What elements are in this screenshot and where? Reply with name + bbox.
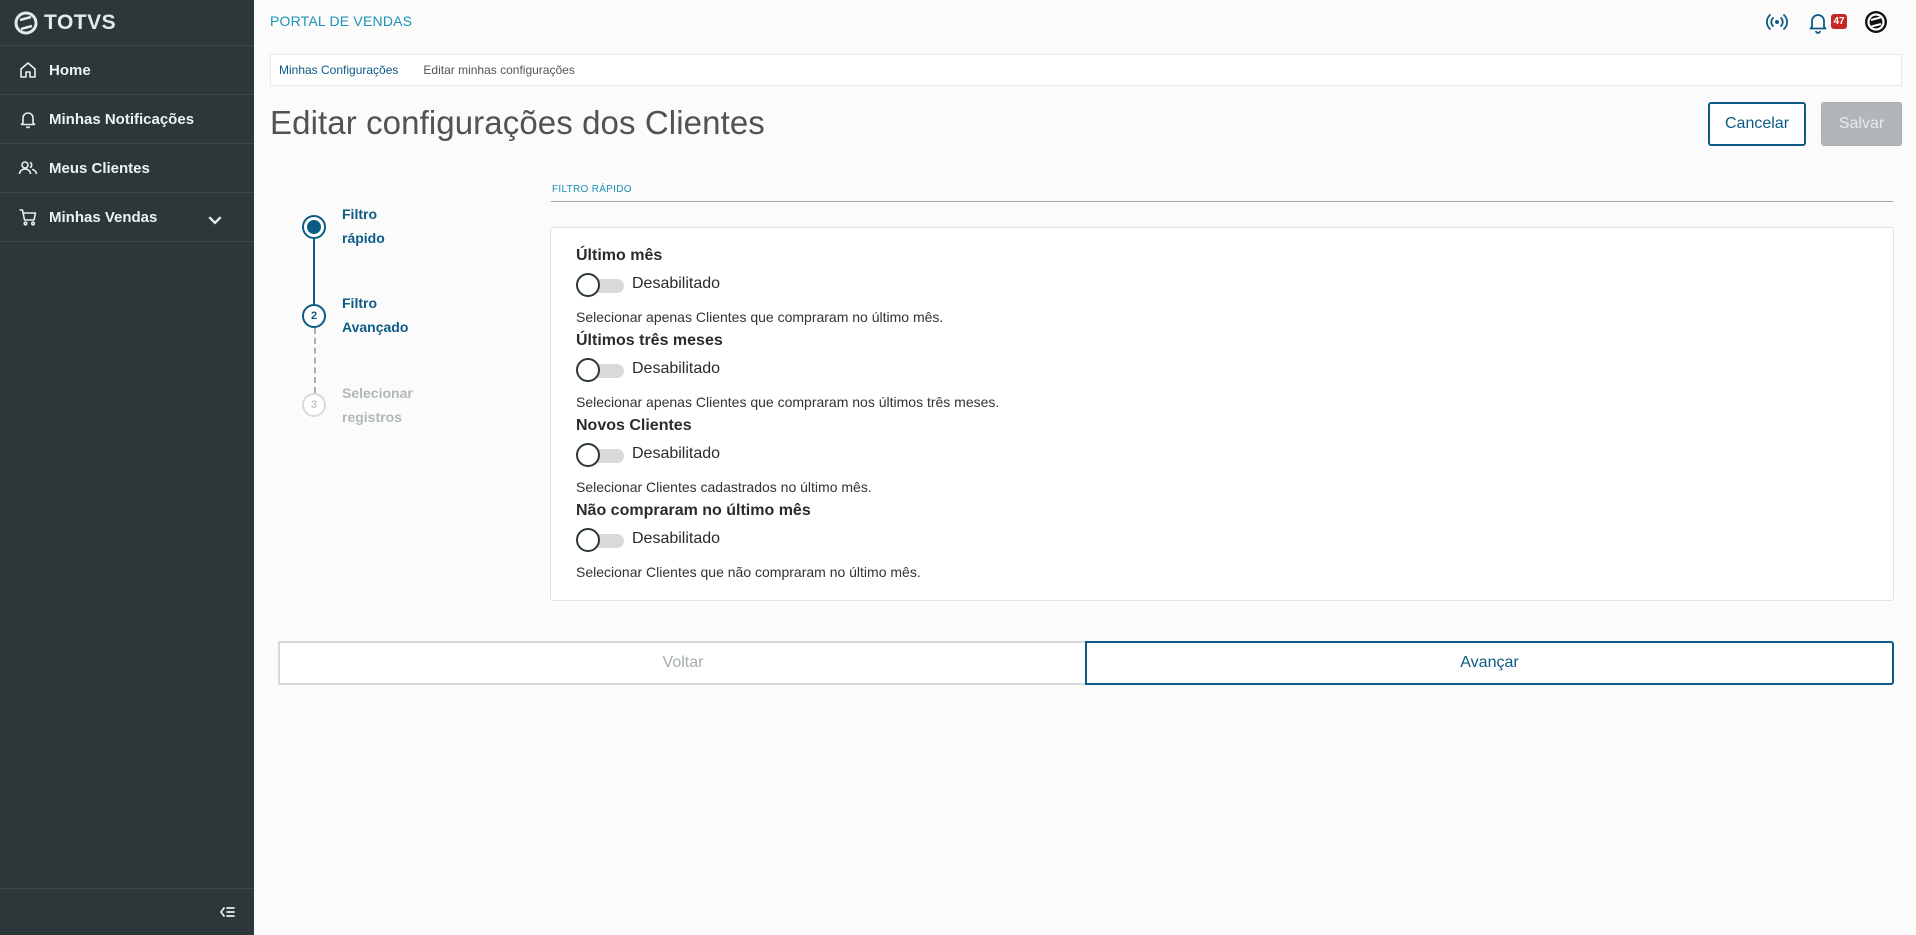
last-month-switch[interactable]	[576, 273, 624, 297]
sidebar-item-label: Minhas Notificações	[49, 110, 195, 128]
last-three-months-switch[interactable]	[576, 358, 624, 382]
field-label: Novos Clientes	[576, 417, 692, 434]
sidebar-item-clients[interactable]: Meus Clientes	[0, 144, 254, 193]
page-title: Editar configurações dos Clientes	[270, 104, 765, 141]
field-new-clients: Novos Clientes Desabilitado Selecionar C…	[576, 417, 1476, 502]
sidebar: TOTVS Home Minhas Notificações Meus Clie…	[0, 0, 254, 935]
collapse-menu-icon[interactable]	[216, 902, 236, 922]
stepper-connector	[313, 239, 315, 304]
switch-status: Desabilitado	[632, 360, 721, 377]
switch-knob	[576, 528, 600, 552]
step-label-line: Filtro	[342, 206, 377, 222]
brand-name: TOTVS	[44, 10, 117, 34]
step-label-line: Filtro	[342, 295, 377, 311]
breadcrumb-item-settings[interactable]: Minhas Configurações	[279, 63, 398, 77]
save-button[interactable]: Salvar	[1821, 102, 1902, 146]
bell-icon	[20, 112, 36, 129]
field-label: Últimos três meses	[576, 332, 723, 349]
users-icon	[18, 161, 38, 175]
field-help: Selecionar apenas Clientes que compraram…	[576, 309, 944, 325]
active-step-dot	[307, 220, 321, 234]
stepper-connector	[314, 328, 316, 393]
quick-filter-panel: Último mês Desabilitado Selecionar apena…	[550, 227, 1894, 601]
next-button[interactable]: Avançar	[1085, 641, 1894, 685]
step-1-label[interactable]: Filtro rápido	[342, 202, 452, 250]
sidebar-footer	[0, 888, 254, 935]
step-label-line: registros	[342, 409, 402, 425]
step-1-marker[interactable]	[302, 215, 326, 239]
switch-knob	[576, 273, 600, 297]
home-icon	[20, 62, 36, 78]
sidebar-item-label: Meus Clientes	[49, 159, 150, 177]
field-no-purchase-last-month: Não compraram no último mês Desabilitado…	[576, 502, 1476, 587]
field-last-three-months: Últimos três meses Desabilitado Selecion…	[576, 332, 1476, 417]
connection-status-icon[interactable]	[1765, 10, 1789, 34]
step-2-label[interactable]: Filtro Avançado	[342, 291, 452, 339]
step-3-marker: 3	[302, 393, 326, 417]
section-divider	[551, 201, 1893, 202]
notifications-bell-icon[interactable]	[1806, 10, 1830, 34]
step-label-line: Selecionar	[342, 385, 413, 401]
brand: TOTVS	[0, 0, 254, 46]
switch-status: Desabilitado	[632, 275, 721, 292]
section-title: FILTRO RÁPIDO	[552, 184, 632, 195]
switch-status: Desabilitado	[632, 445, 721, 462]
step-3-label: Selecionar registros	[342, 381, 452, 429]
switch-knob	[576, 358, 600, 382]
sidebar-item-home[interactable]: Home	[0, 46, 254, 95]
new-clients-switch[interactable]	[576, 443, 624, 467]
totvs-logo-icon	[14, 11, 38, 34]
notification-count-badge: 47	[1831, 14, 1847, 29]
breadcrumb: Minhas Configurações Editar minhas confi…	[270, 54, 1902, 86]
sidebar-item-notifications[interactable]: Minhas Notificações	[0, 95, 254, 144]
sidebar-item-label: Minhas Vendas	[49, 208, 158, 226]
cancel-button[interactable]: Cancelar	[1708, 102, 1806, 146]
sidebar-item-sales[interactable]: Minhas Vendas	[0, 193, 254, 242]
field-help: Selecionar Clientes que não compraram no…	[576, 564, 921, 580]
back-button[interactable]: Voltar	[278, 641, 1086, 685]
step-2-marker[interactable]: 2	[302, 304, 326, 328]
no-purchase-last-month-switch[interactable]	[576, 528, 624, 552]
sidebar-item-label: Home	[49, 61, 91, 79]
breadcrumb-item-current: Editar minhas configurações	[423, 63, 575, 77]
chevron-down-icon	[208, 216, 222, 225]
switch-knob	[576, 443, 600, 467]
totvs-profile-icon[interactable]	[1864, 10, 1888, 34]
field-label: Último mês	[576, 247, 663, 264]
cart-icon	[19, 209, 37, 226]
step-label-line: Avançado	[342, 319, 409, 335]
field-label: Não compraram no último mês	[576, 502, 811, 519]
field-help: Selecionar Clientes cadastrados no últim…	[576, 479, 872, 495]
field-last-month: Último mês Desabilitado Selecionar apena…	[576, 247, 1476, 332]
field-help: Selecionar apenas Clientes que compraram…	[576, 394, 1000, 410]
app-title: PORTAL DE VENDAS	[270, 13, 413, 29]
switch-status: Desabilitado	[632, 530, 721, 547]
step-label-line: rápido	[342, 230, 385, 246]
